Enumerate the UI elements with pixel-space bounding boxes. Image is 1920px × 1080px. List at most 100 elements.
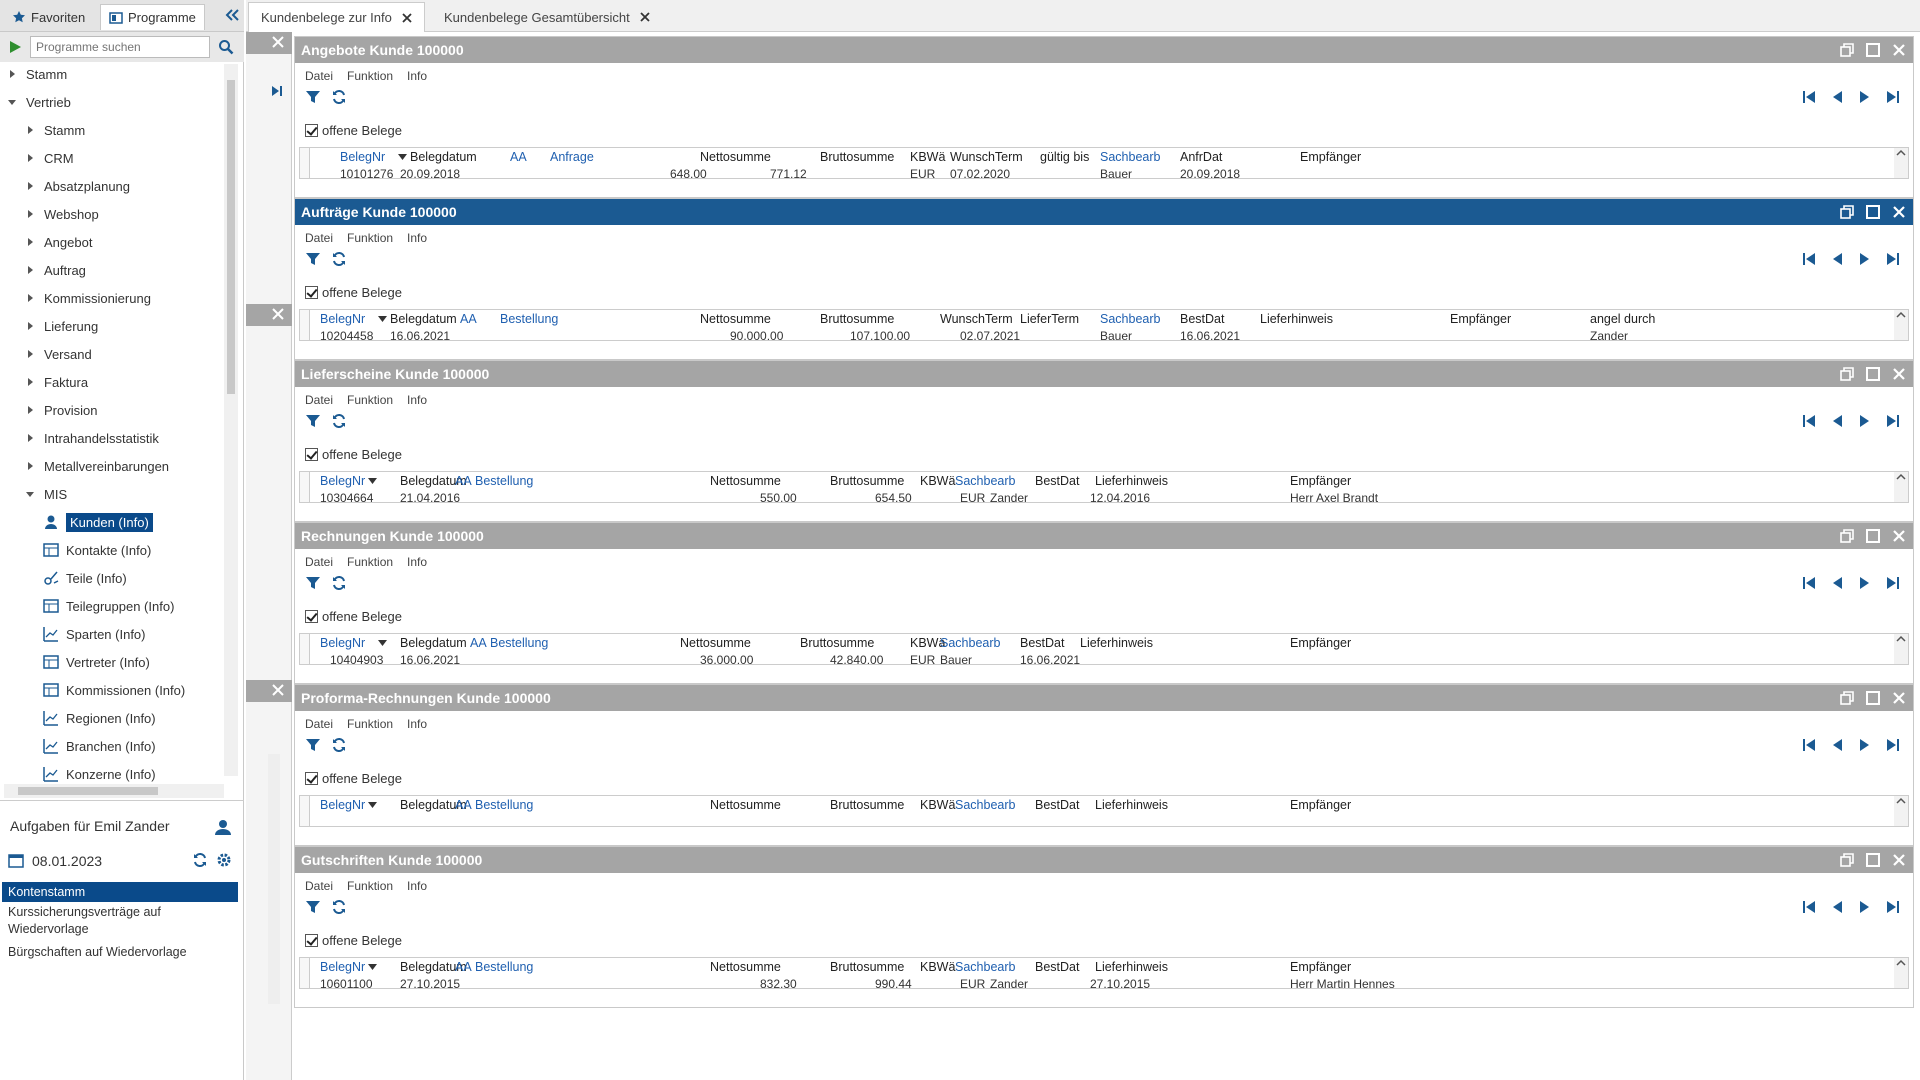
chevron-down-icon[interactable]: [24, 488, 36, 500]
next-record-icon[interactable]: [1857, 899, 1873, 915]
table-row[interactable]: 10204458 16.06.2021 90.000,00 107.100,00 02.…: [300, 328, 1908, 340]
tree-item[interactable]: Versand: [24, 342, 92, 366]
sidebar-splitter[interactable]: [0, 800, 244, 801]
offene-belege-checkbox[interactable]: offene Belege: [305, 285, 402, 300]
tree-item[interactable]: Sparten (Info): [42, 622, 146, 646]
sort-desc-icon[interactable]: [378, 316, 387, 322]
column-header[interactable]: AA: [470, 636, 487, 650]
sort-desc-icon[interactable]: [368, 964, 377, 970]
tree-hscrollbar[interactable]: [4, 784, 224, 798]
close-icon[interactable]: [1891, 42, 1907, 58]
grid-scrollbar[interactable]: [1894, 958, 1908, 988]
column-header[interactable]: AA: [455, 798, 472, 812]
column-header[interactable]: Lieferhinweis: [1095, 474, 1168, 488]
column-header[interactable]: Nettosumme: [710, 474, 781, 488]
column-header[interactable]: gültig bis: [1040, 150, 1089, 164]
column-header[interactable]: Belegdatum: [410, 150, 477, 164]
checkbox-checked[interactable]: [305, 448, 318, 461]
column-header[interactable]: KBWä: [920, 798, 955, 812]
column-header[interactable]: Empfänger: [1450, 312, 1511, 326]
column-header[interactable]: KBWä: [920, 960, 955, 974]
table-row[interactable]: 10101276 20.09.2018 648,00 771,12 EUR 07.02.2…: [300, 166, 1908, 178]
first-record-icon[interactable]: [1801, 251, 1817, 267]
offene-belege-checkbox[interactable]: offene Belege: [305, 447, 402, 462]
tree-item[interactable]: Kommissionierung: [24, 286, 151, 310]
column-header[interactable]: Empfänger: [1290, 474, 1351, 488]
column-header[interactable]: Lieferhinweis: [1080, 636, 1153, 650]
column-header[interactable]: Bruttosumme: [820, 150, 894, 164]
task-item[interactable]: Kurssicherungsverträge auf Wiedervorlage: [2, 904, 238, 938]
search-icon[interactable]: [218, 39, 234, 55]
column-header[interactable]: BestDat: [1035, 960, 1079, 974]
offene-belege-checkbox[interactable]: offene Belege: [305, 609, 402, 624]
offene-belege-checkbox[interactable]: offene Belege: [305, 123, 402, 138]
restore-window-icon[interactable]: [1839, 204, 1855, 220]
restore-window-icon[interactable]: [1839, 366, 1855, 382]
column-header[interactable]: AA: [460, 312, 477, 326]
column-header[interactable]: BelegNr: [320, 636, 365, 650]
close-icon[interactable]: [272, 308, 284, 320]
tree-item[interactable]: Vertreter (Info): [42, 650, 150, 674]
chevron-right-icon[interactable]: [24, 208, 36, 220]
next-record-icon[interactable]: [1857, 89, 1873, 105]
restore-window-icon[interactable]: [1839, 852, 1855, 868]
refresh-icon[interactable]: [331, 413, 347, 429]
column-header[interactable]: AA: [455, 960, 472, 974]
column-header[interactable]: Nettosumme: [700, 150, 771, 164]
checkbox-checked[interactable]: [305, 610, 318, 623]
close-icon[interactable]: [1891, 204, 1907, 220]
panel-title-bar[interactable]: Gutschriften Kunde 100000: [295, 847, 1913, 873]
maximize-icon[interactable]: [1865, 852, 1881, 868]
sort-desc-icon[interactable]: [368, 802, 377, 808]
column-header[interactable]: WunschTerm: [950, 150, 1023, 164]
column-header[interactable]: Lieferhinweis: [1095, 960, 1168, 974]
column-header[interactable]: Bruttosumme: [820, 312, 894, 326]
menu-item-info[interactable]: Info: [407, 393, 427, 407]
maximize-icon[interactable]: [1865, 528, 1881, 544]
checkbox-checked[interactable]: [305, 286, 318, 299]
grid-scrollbar[interactable]: [1894, 634, 1908, 664]
close-icon[interactable]: [1891, 852, 1907, 868]
column-header[interactable]: BelegNr: [320, 474, 365, 488]
column-header[interactable]: Bestellung: [475, 960, 533, 974]
column-header[interactable]: Anfrage: [550, 150, 594, 164]
tree-item[interactable]: Kunden (Info): [42, 510, 153, 534]
checkbox-checked[interactable]: [305, 124, 318, 137]
menu-item-info[interactable]: Info: [407, 555, 427, 569]
settings-gear-icon[interactable]: [216, 852, 232, 868]
menu-item-datei[interactable]: Datei: [305, 717, 333, 731]
sort-desc-icon[interactable]: [368, 478, 377, 484]
column-header[interactable]: Sachbearb: [1100, 312, 1160, 326]
next-record-icon[interactable]: [1857, 737, 1873, 753]
checkbox-checked[interactable]: [305, 772, 318, 785]
close-icon[interactable]: [272, 684, 284, 696]
next-record-icon[interactable]: [1857, 575, 1873, 591]
tree-hscrollbar-thumb[interactable]: [18, 787, 158, 795]
tree-item[interactable]: Kontakte (Info): [42, 538, 151, 562]
table-row[interactable]: 10304664 21.04.2016 550,00 654,50 EUR Zander 1…: [300, 490, 1908, 502]
tree-item[interactable]: Angebot: [24, 230, 92, 254]
column-header[interactable]: BelegNr: [340, 150, 385, 164]
column-header[interactable]: Belegdatum: [400, 636, 467, 650]
first-record-icon[interactable]: [1801, 575, 1817, 591]
column-header[interactable]: BestDat: [1020, 636, 1064, 650]
refresh-icon[interactable]: [331, 899, 347, 915]
column-header[interactable]: Lieferhinweis: [1260, 312, 1333, 326]
table-row[interactable]: 10404903 16.06.2021 36.000,00 42.840,00 EUR B…: [300, 652, 1908, 664]
maximize-icon[interactable]: [1865, 42, 1881, 58]
menu-item-funktion[interactable]: Funktion: [347, 231, 393, 245]
tree-item[interactable]: Kommissionen (Info): [42, 678, 185, 702]
chevron-right-icon[interactable]: [6, 68, 18, 80]
column-header[interactable]: Empfänger: [1290, 798, 1351, 812]
filter-icon[interactable]: [305, 89, 321, 105]
menu-item-datei[interactable]: Datei: [305, 879, 333, 893]
tree-item[interactable]: Teilegruppen (Info): [42, 594, 174, 618]
grid-scrollbar[interactable]: [1894, 148, 1908, 178]
column-header[interactable]: Sachbearb: [955, 798, 1015, 812]
previous-record-icon[interactable]: [1829, 251, 1845, 267]
column-header[interactable]: Bruttosumme: [830, 474, 904, 488]
tree-item[interactable]: CRM: [24, 146, 74, 170]
menu-item-funktion[interactable]: Funktion: [347, 555, 393, 569]
menu-item-info[interactable]: Info: [407, 879, 427, 893]
chevron-right-icon[interactable]: [24, 348, 36, 360]
